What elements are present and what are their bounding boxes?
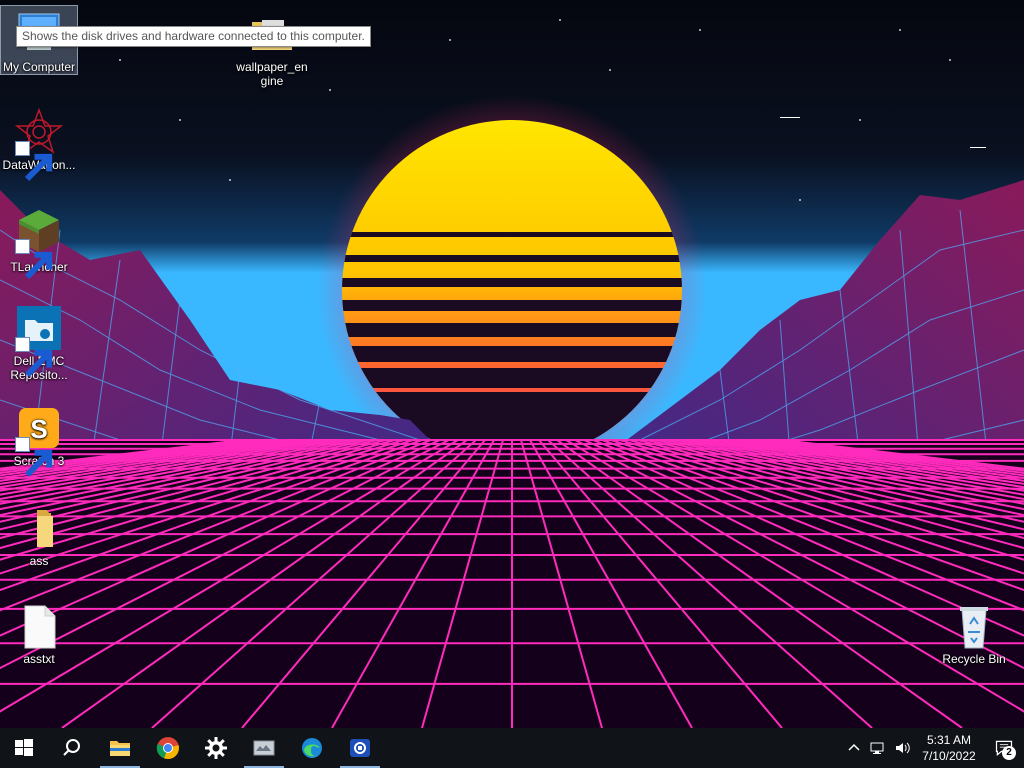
start-button[interactable] [0,728,48,768]
network-icon [870,742,884,754]
desktop-icon-scratch-3[interactable]: S Scratch 3 [1,402,77,478]
app-button[interactable] [240,728,288,768]
search-button[interactable] [48,728,96,768]
remote-app-icon [350,739,370,757]
chevron-up-icon [848,743,860,751]
desktop-icon-wallpaper-engine[interactable]: wallpaper_en gine [234,8,310,88]
system-tray: 5:31 AM 7/10/2022 2 [842,728,1024,768]
chrome-button[interactable] [144,728,192,768]
taskbar: 5:31 AM 7/10/2022 2 [0,728,1024,768]
settings-button[interactable] [192,728,240,768]
shortcut-arrow-icon [15,141,53,182]
icon-label: wallpaper_en gine [236,60,308,88]
settings-icon [205,737,227,759]
notification-count-badge: 2 [1002,746,1016,760]
minecraft-block-icon [15,206,63,280]
desktop-icon-recycle-bin[interactable]: Recycle Bin [936,600,1012,666]
folder-icon [15,504,63,552]
tooltip: Shows the disk drives and hardware conne… [16,26,371,47]
desktop-icon-dell-emc[interactable]: Dell EMC Reposito... [1,302,77,382]
shortcut-arrow-icon [15,239,53,280]
clock-date: 7/10/2022 [922,749,976,763]
scratch-icon: S [15,404,63,478]
desktop-icon-ass[interactable]: ass [1,502,77,568]
search-icon [63,739,80,756]
icon-label: Recycle Bin [942,652,1006,666]
edge-button[interactable] [288,728,336,768]
file-explorer-button[interactable] [96,728,144,768]
desktop-icon-datawagon[interactable]: DataWagon... [1,106,77,182]
action-center-button[interactable]: 2 [984,728,1024,768]
chrome-icon [156,737,179,760]
volume-button[interactable] [890,728,914,768]
recycle-bin-icon [950,602,998,650]
app-icon [253,740,275,756]
datawagon-icon [15,108,63,182]
volume-icon [896,742,910,754]
desktop-icon-asstxt[interactable]: asstxt [1,600,77,666]
clock-time: 5:31 AM [926,733,972,747]
desktop-icon-tlauncher[interactable]: TLauncher [1,204,77,280]
dell-emc-folder-icon [15,304,63,378]
network-button[interactable] [866,728,890,768]
remote-app-button[interactable] [336,728,384,768]
icon-label: ass [29,554,49,568]
show-hidden-icons-button[interactable] [842,728,866,768]
text-file-icon [15,602,63,650]
shortcut-arrow-icon [15,337,53,378]
icon-label: asstxt [23,652,55,666]
edge-icon [302,738,322,758]
file-explorer-icon [110,741,130,756]
icon-label: My Computer [2,60,76,74]
start-icon [15,739,33,756]
clock[interactable]: 5:31 AM 7/10/2022 [914,732,984,764]
synthwave-wallpaper [0,0,1024,728]
shortcut-arrow-icon [15,437,53,478]
